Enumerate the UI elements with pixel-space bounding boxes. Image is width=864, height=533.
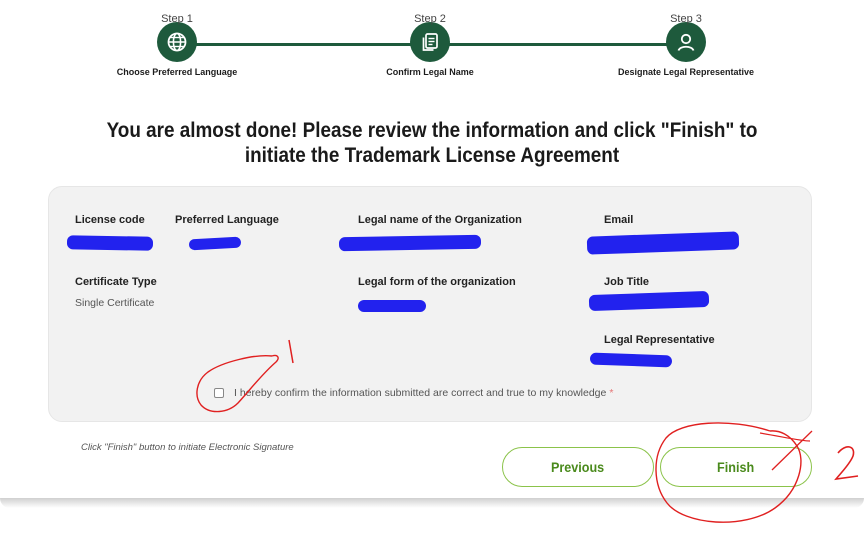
step-number-label: Step 1 bbox=[161, 13, 193, 25]
certificate-type-label: Certificate Type bbox=[75, 276, 157, 288]
job-title-label: Job Title bbox=[604, 276, 650, 288]
legal-form-label: Legal form of the organization bbox=[358, 276, 516, 288]
step-1: Step 1 Choose Preferred Language bbox=[77, 0, 277, 78]
email-value-redacted bbox=[586, 231, 740, 255]
page-title-line-2: initiate the Trademark License Agreement bbox=[244, 144, 620, 167]
email-label: Email bbox=[604, 214, 634, 226]
step-title: Choose Preferred Language bbox=[116, 67, 238, 77]
person-icon bbox=[666, 22, 706, 62]
license-code-label: License code bbox=[75, 214, 145, 226]
preferred-language-value-redacted bbox=[188, 236, 242, 251]
confirmation-text: I hereby confirm the information submitt… bbox=[234, 387, 607, 399]
annotation-number-2 bbox=[834, 446, 859, 481]
previous-button[interactable]: Previous bbox=[502, 447, 654, 487]
page-title: You are almost done! Please review the i… bbox=[43, 118, 821, 168]
legal-name-label: Legal name of the Organization bbox=[358, 214, 522, 226]
legal-representative-label: Legal Representative bbox=[604, 334, 715, 346]
license-code-value-redacted bbox=[66, 235, 154, 251]
step-3: Step 3 Designate Legal Representative bbox=[586, 0, 786, 78]
review-summary-card: License code Preferred Language Legal na… bbox=[48, 186, 812, 422]
step-title: Designate Legal Representative bbox=[617, 67, 755, 77]
previous-button-label: Previous bbox=[551, 459, 605, 475]
progress-stepper: Step 1 Choose Preferred Language Step 2 … bbox=[0, 0, 864, 104]
step-title: Confirm Legal Name bbox=[386, 67, 474, 77]
required-asterisk: * bbox=[609, 387, 614, 399]
legal-representative-value-redacted bbox=[589, 352, 673, 368]
confirmation-checkbox[interactable] bbox=[214, 388, 224, 398]
preferred-language-label: Preferred Language bbox=[175, 214, 279, 226]
finish-button-label: Finish bbox=[717, 459, 755, 475]
job-title-value-redacted bbox=[588, 290, 710, 312]
page-title-line-1: You are almost done! Please review the i… bbox=[106, 119, 758, 142]
legal-form-value-redacted bbox=[358, 300, 426, 312]
electronic-signature-note: Click "Finish" button to initiate Electr… bbox=[81, 442, 294, 453]
legal-name-value-redacted bbox=[338, 234, 482, 252]
globe-icon bbox=[157, 22, 197, 62]
document-icon bbox=[410, 22, 450, 62]
panel-bottom-edge bbox=[0, 498, 864, 508]
finish-button[interactable]: Finish bbox=[660, 447, 812, 487]
step-2: Step 2 Confirm Legal Name bbox=[330, 0, 530, 78]
confirmation-row[interactable]: I hereby confirm the information submitt… bbox=[214, 387, 613, 399]
step-number-label: Step 3 bbox=[670, 13, 702, 25]
certificate-type-value: Single Certificate bbox=[75, 297, 155, 309]
step-number-label: Step 2 bbox=[414, 13, 446, 25]
